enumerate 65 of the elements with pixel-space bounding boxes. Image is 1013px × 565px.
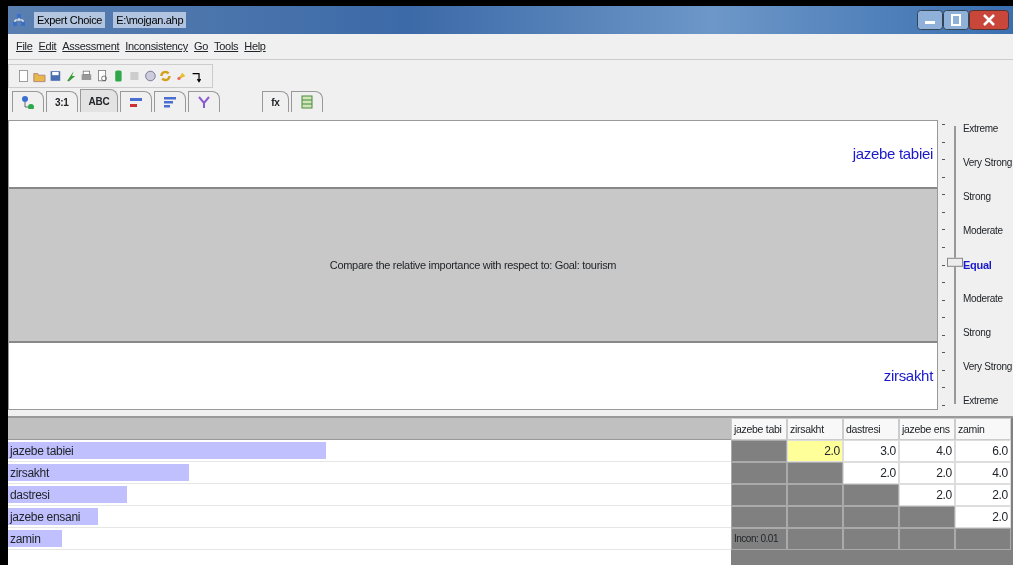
tab[interactable] — [188, 91, 221, 112]
matrix-cell[interactable]: 2.0 — [955, 506, 1011, 528]
comparison-prompt: Compare the relative importance with respect to: Goal: tourism — [329, 257, 617, 273]
matrix-cell[interactable]: 4.0 — [899, 440, 955, 462]
file-path: E:\mojgan.ahp — [113, 11, 187, 29]
bar-chart-icon — [129, 95, 144, 109]
hierarchy-icon — [21, 95, 35, 109]
column-header: dastresi — [843, 418, 899, 440]
refresh-icon[interactable] — [159, 68, 173, 84]
row-label: jazebe tabiei — [8, 444, 74, 458]
maximize-icon[interactable] — [943, 10, 969, 30]
column-header: jazebe ens — [899, 418, 955, 440]
column-header: zirsakht — [787, 418, 843, 440]
scale-label: Very Strong — [963, 360, 1012, 374]
row-label: dastresi — [9, 488, 50, 502]
row-label: zirsakht — [9, 466, 49, 480]
matrix-cell[interactable]: 6.0 — [955, 440, 1011, 462]
scale-label: Strong — [963, 326, 992, 340]
menu-item[interactable]: File — [16, 38, 33, 55]
new-file-icon[interactable] — [17, 68, 30, 84]
tab[interactable]: 3:1 — [46, 91, 78, 112]
funnel-icon — [197, 95, 212, 109]
row-label: zamin — [9, 532, 41, 546]
matrix-cell[interactable]: 2.0 — [787, 440, 843, 462]
tab[interactable] — [290, 91, 323, 112]
tab[interactable] — [12, 91, 44, 112]
app-icon — [12, 13, 26, 27]
tab[interactable] — [154, 91, 187, 112]
menu-item[interactable]: Help — [244, 38, 266, 55]
element-name: zirsakht — [883, 365, 933, 386]
menu-item[interactable]: Go — [193, 38, 209, 55]
scale-label: Moderate — [963, 224, 1004, 238]
column-header: zamin — [955, 418, 1011, 440]
save-icon[interactable] — [48, 68, 62, 84]
scale-label: Extreme — [963, 394, 1000, 408]
inconsistency-value: Incon: 0.01 — [731, 528, 787, 550]
tab[interactable] — [120, 91, 153, 112]
matrix-cell[interactable]: 4.0 — [955, 462, 1011, 484]
matrix-cell[interactable]: 3.0 — [843, 440, 899, 462]
matrix-cell[interactable]: 2.0 — [955, 484, 1011, 506]
bar-chart-icon — [163, 95, 178, 109]
spreadsheet-icon — [299, 95, 314, 109]
preview-icon[interactable] — [96, 68, 109, 84]
matrix-cell[interactable]: 2.0 — [899, 462, 955, 484]
scale-label: Equal — [963, 258, 993, 272]
scale-label: Moderate — [963, 292, 1004, 306]
menu-item[interactable]: Edit — [38, 38, 57, 55]
slider-thumb[interactable] — [947, 257, 963, 267]
element-name: jazebe tabiei — [852, 143, 933, 164]
scale-label: Very Strong — [963, 156, 1012, 170]
window-title: Expert Choice — [34, 11, 106, 29]
menu-item[interactable]: Inconsistency — [125, 38, 188, 55]
menu-item[interactable]: Assessment — [62, 38, 120, 55]
matrix-cell[interactable]: 2.0 — [843, 462, 899, 484]
menu-item[interactable]: Tools — [214, 38, 239, 55]
scale-label: Extreme — [963, 122, 1000, 136]
close-icon[interactable] — [969, 10, 1009, 30]
scale-label: Strong — [963, 190, 992, 204]
column-header: jazebe tabi — [731, 418, 787, 440]
minimize-icon[interactable] — [917, 10, 943, 30]
lightning-icon[interactable] — [64, 68, 78, 84]
tab[interactable]: ABC — [79, 89, 119, 112]
tab[interactable]: fx — [262, 91, 289, 112]
row-label: jazebe ensani — [8, 510, 81, 524]
matrix-cell[interactable]: 2.0 — [899, 484, 955, 506]
